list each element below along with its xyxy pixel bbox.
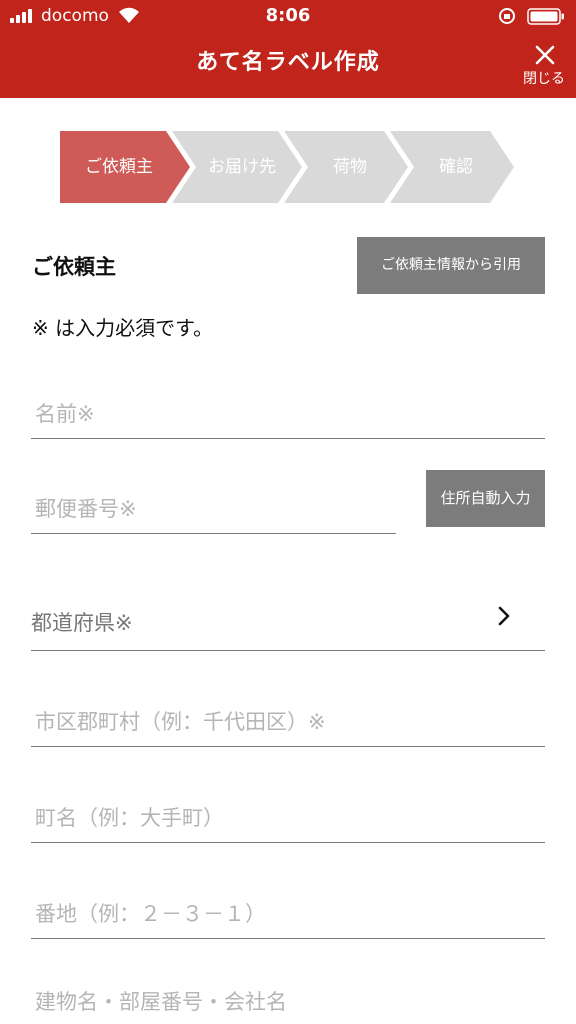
app-header: docomo 8:06 あて名ラベル作成 閉じる bbox=[0, 0, 576, 98]
postal-field bbox=[31, 480, 396, 534]
block-input[interactable] bbox=[31, 896, 545, 932]
city-input[interactable] bbox=[31, 704, 545, 740]
close-icon bbox=[535, 45, 555, 65]
status-bar: docomo 8:06 bbox=[0, 0, 576, 34]
building-field bbox=[31, 978, 545, 1024]
required-note: ※ は入力必須です。 bbox=[32, 316, 214, 340]
step-4-label: 確認 bbox=[439, 157, 473, 177]
close-label: 閉じる bbox=[523, 71, 565, 87]
name-input[interactable] bbox=[31, 396, 545, 432]
postal-code-input[interactable] bbox=[31, 491, 396, 527]
chevron-right-icon bbox=[498, 606, 510, 626]
page-title: あて名ラベル作成 bbox=[196, 50, 380, 75]
town-field bbox=[31, 788, 545, 843]
section-title: ご依頼主 bbox=[32, 255, 116, 279]
city-field bbox=[31, 692, 545, 747]
battery-icon bbox=[527, 8, 564, 25]
step-2-label: お届け先 bbox=[208, 157, 276, 177]
name-field bbox=[31, 385, 545, 439]
status-time: 8:06 bbox=[265, 5, 311, 26]
rotation-lock-icon bbox=[499, 8, 515, 24]
step-3-label: 荷物 bbox=[333, 157, 367, 177]
step-1-label: ご依頼主 bbox=[85, 157, 153, 177]
quote-requester-button[interactable]: ご依頼主情報から引用 bbox=[357, 237, 545, 294]
block-field bbox=[31, 884, 545, 939]
building-input[interactable] bbox=[31, 984, 545, 1020]
prefecture-label: 都道府県※ bbox=[31, 611, 133, 635]
progress-steps: ご依頼主 お届け先 荷物 確認 bbox=[60, 131, 520, 203]
close-button[interactable]: 閉じる bbox=[512, 40, 576, 94]
town-input[interactable] bbox=[31, 800, 545, 836]
address-autofill-button[interactable]: 住所自動入力 bbox=[426, 470, 545, 527]
prefecture-select[interactable]: 都道府県※ bbox=[31, 585, 545, 651]
